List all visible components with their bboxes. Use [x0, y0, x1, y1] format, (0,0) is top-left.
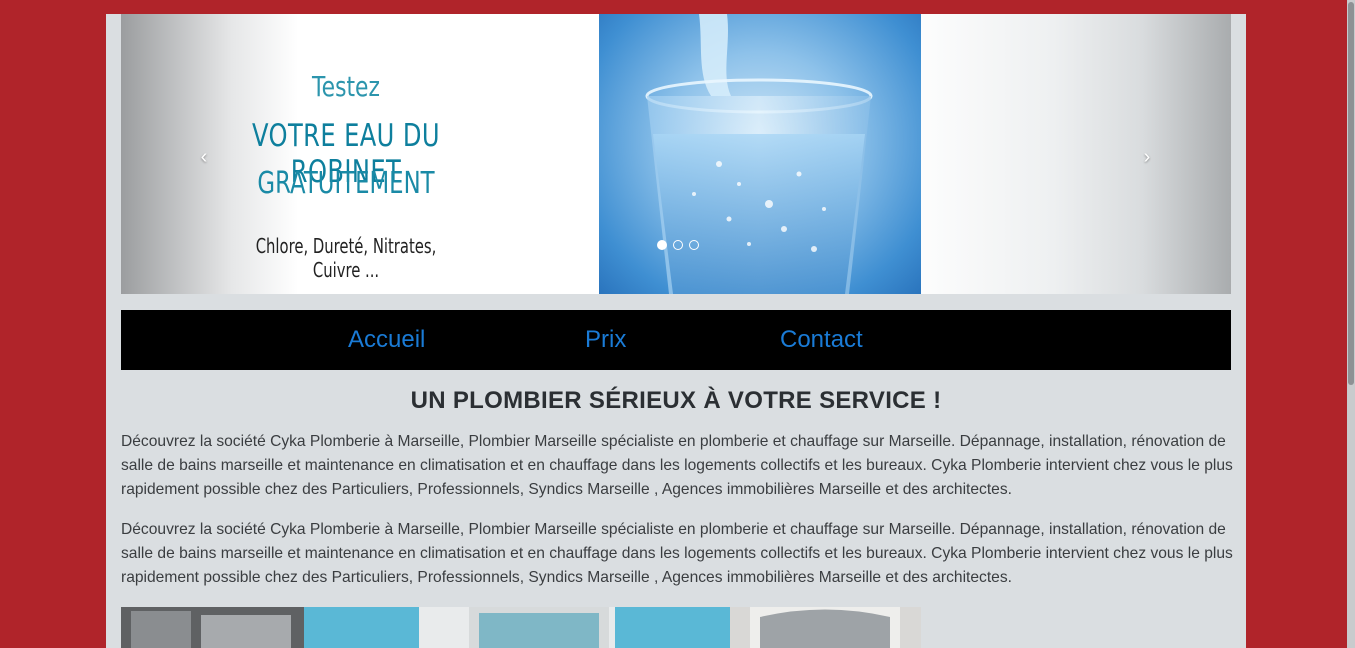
carousel-next-button[interactable]: ›	[1137, 142, 1157, 172]
carousel-indicator-2[interactable]	[673, 240, 683, 250]
carousel-prev-button[interactable]: ‹	[194, 142, 214, 172]
hero-carousel: Testez VOTRE EAU DU ROBINET GRATUITEMENT…	[121, 14, 1231, 294]
nav-link-prix[interactable]: Prix	[585, 326, 626, 354]
slide-caption: Testez VOTRE EAU DU ROBINET GRATUITEMENT…	[211, 14, 481, 294]
water-glass-photo	[599, 14, 921, 294]
page-container: Testez VOTRE EAU DU ROBINET GRATUITEMENT…	[106, 14, 1246, 648]
water-glass-illustration	[645, 14, 873, 294]
slide-line-testez: Testez	[312, 70, 380, 103]
scrollbar-thumb[interactable]	[1348, 2, 1354, 385]
page-title: UN PLOMBIER SÉRIEUX À VOTRE SERVICE !	[410, 387, 942, 414]
intro-paragraph-1: Découvrez la société Cyka Plomberie à Ma…	[121, 433, 1233, 498]
shower-cabin-image-2[interactable]	[419, 607, 730, 648]
nav-link-contact[interactable]: Contact	[780, 326, 863, 354]
carousel-indicator-3[interactable]	[689, 240, 699, 250]
carousel-indicator-1[interactable]	[657, 240, 667, 250]
slide-line-gratuitement: GRATUITEMENT	[257, 166, 435, 201]
shower-cabin-image-3[interactable]	[730, 607, 921, 648]
product-gallery	[121, 607, 921, 648]
carousel-indicators	[657, 240, 699, 250]
page-scrollbar[interactable]	[1347, 0, 1355, 648]
main-navbar: Accueil Prix Contact	[121, 310, 1231, 370]
slide-line-tests-list: Chlore, Dureté, Nitrates, Cuivre ...	[255, 234, 437, 282]
intro-paragraph-2: Découvrez la société Cyka Plomberie à Ma…	[121, 521, 1233, 586]
nav-link-accueil[interactable]: Accueil	[348, 326, 425, 354]
shower-cabin-image-1[interactable]	[121, 607, 419, 648]
